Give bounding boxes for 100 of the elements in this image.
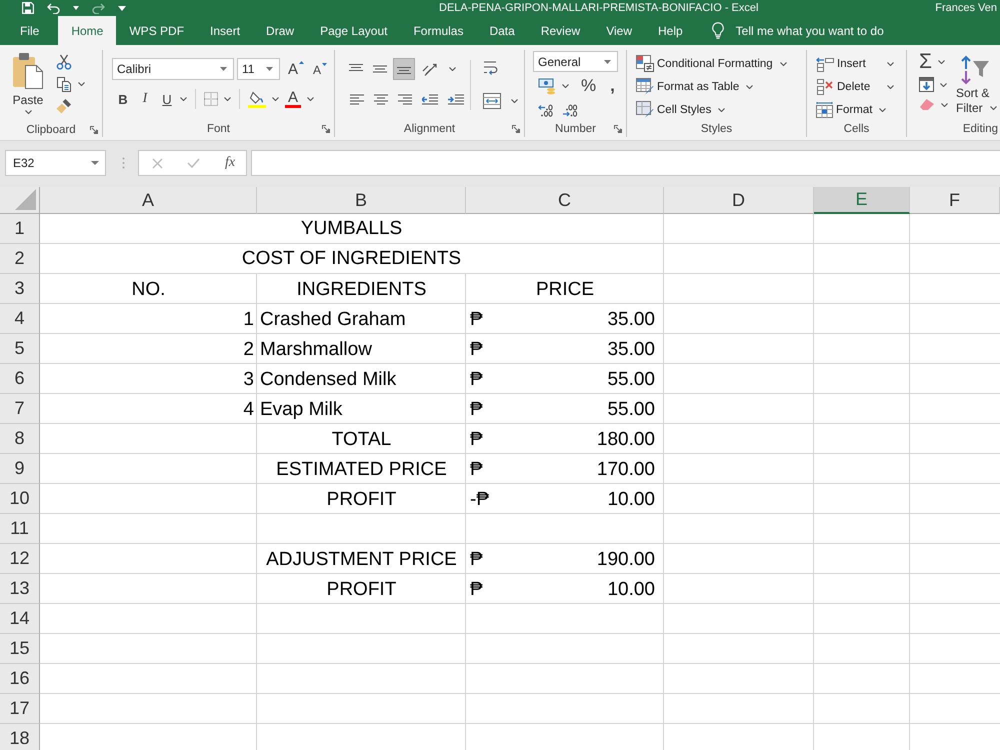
ribbon-tab[interactable]: WPS PDF xyxy=(116,16,198,45)
paste-button[interactable]: Paste xyxy=(12,52,44,122)
caret-icon[interactable] xyxy=(78,82,85,86)
caret-icon[interactable] xyxy=(266,67,273,71)
user-name[interactable]: Frances Ven xyxy=(935,2,1000,14)
row-header[interactable]: 2 xyxy=(0,244,40,274)
row-header[interactable]: 17 xyxy=(0,694,40,724)
increase-indent-icon[interactable] xyxy=(448,94,464,104)
ribbon-tab[interactable]: Home xyxy=(58,16,116,45)
caret-icon[interactable] xyxy=(449,67,456,71)
format-as-table-button[interactable]: Format as Table xyxy=(636,75,806,98)
ribbon-tab[interactable]: Formulas xyxy=(400,16,476,45)
sort-filter-button[interactable]: Sort & Filter xyxy=(956,52,997,121)
merge-cells-icon[interactable] xyxy=(483,93,501,109)
caret-icon[interactable] xyxy=(91,161,99,165)
delete-cells-button[interactable]: Delete xyxy=(816,75,894,98)
caret-icon[interactable] xyxy=(604,60,611,64)
insert-cells-button[interactable]: Insert xyxy=(816,52,894,75)
row-header[interactable]: 5 xyxy=(0,334,40,364)
caret-icon[interactable] xyxy=(307,97,314,101)
ribbon-tab[interactable]: Draw xyxy=(253,16,308,45)
caret-icon[interactable] xyxy=(180,97,187,101)
number-format-field[interactable]: General xyxy=(533,51,618,72)
currency-icon[interactable] xyxy=(538,78,556,94)
row-header[interactable]: 3 xyxy=(0,274,40,304)
row-header[interactable]: 1 xyxy=(0,214,40,244)
ribbon-tab[interactable]: Help xyxy=(644,16,696,45)
cell-styles-button[interactable]: Cell Styles xyxy=(636,98,806,121)
font-name-field[interactable]: Calibri xyxy=(112,58,234,80)
caret-icon[interactable] xyxy=(562,84,569,88)
fill-color-icon[interactable] xyxy=(248,90,266,108)
font-size-field[interactable]: 11 xyxy=(237,58,280,80)
ribbon-tab[interactable]: Insert xyxy=(197,16,254,45)
decrease-font-button[interactable]: A xyxy=(313,61,328,77)
name-box[interactable]: E32 xyxy=(5,150,106,176)
tell-me-search[interactable]: Tell me what you want to do xyxy=(712,16,884,45)
align-right-icon[interactable] xyxy=(398,94,412,104)
column-header[interactable]: E xyxy=(814,187,910,214)
row-header[interactable]: 14 xyxy=(0,604,40,634)
font-color-button[interactable]: A xyxy=(285,90,301,108)
align-left-icon[interactable] xyxy=(350,94,364,104)
italic-button[interactable]: I xyxy=(134,88,156,110)
dialog-launcher-icon[interactable] xyxy=(322,125,330,133)
row-header[interactable]: 18 xyxy=(0,724,40,750)
insert-function-button[interactable]: fx xyxy=(225,155,236,171)
ribbon-tab[interactable]: Page Layout xyxy=(307,16,400,45)
caret-icon[interactable] xyxy=(73,6,79,10)
caret-icon[interactable] xyxy=(938,60,945,64)
scissors-icon[interactable] xyxy=(56,54,72,70)
fill-down-icon[interactable] xyxy=(919,77,934,92)
copy-icon[interactable] xyxy=(56,76,72,92)
formula-input[interactable] xyxy=(251,150,1000,176)
undo-icon[interactable] xyxy=(47,2,60,14)
row-header[interactable]: 9 xyxy=(0,454,40,484)
row-header[interactable]: 15 xyxy=(0,634,40,664)
ribbon-tab[interactable]: File xyxy=(7,16,52,45)
row-header[interactable]: 16 xyxy=(0,664,40,694)
text-orientation-icon[interactable] xyxy=(422,62,438,76)
grip-icon[interactable] xyxy=(122,157,125,169)
row-header[interactable]: 7 xyxy=(0,394,40,424)
bottom-align-button[interactable] xyxy=(393,58,415,80)
borders-icon[interactable] xyxy=(204,92,218,106)
ribbon-tab[interactable]: Data xyxy=(476,16,528,45)
increase-decimal-icon[interactable] xyxy=(562,104,578,116)
dialog-launcher-icon[interactable] xyxy=(512,125,520,133)
autosum-button[interactable]: Σ xyxy=(919,52,932,71)
caret-icon[interactable] xyxy=(272,97,279,101)
ribbon-tab[interactable]: Review xyxy=(528,16,594,45)
row-header[interactable]: 6 xyxy=(0,364,40,394)
dialog-launcher-icon[interactable] xyxy=(614,125,622,133)
row-header[interactable]: 8 xyxy=(0,424,40,454)
decrease-indent-icon[interactable] xyxy=(422,94,438,104)
bold-button[interactable]: B xyxy=(112,88,134,110)
increase-font-button[interactable]: A xyxy=(288,60,304,78)
align-center-icon[interactable] xyxy=(374,94,388,104)
percent-button[interactable]: % xyxy=(581,76,596,96)
comma-style-button[interactable]: , xyxy=(610,76,615,96)
save-icon[interactable] xyxy=(22,2,34,14)
caret-icon[interactable] xyxy=(511,99,518,103)
wrap-text-icon[interactable] xyxy=(483,60,498,75)
decrease-decimal-icon[interactable] xyxy=(538,104,554,116)
underline-button[interactable]: U xyxy=(156,88,178,110)
caret-icon[interactable] xyxy=(224,97,231,101)
row-header[interactable]: 4 xyxy=(0,304,40,334)
caret-icon[interactable] xyxy=(941,102,948,106)
format-cells-button[interactable]: Format xyxy=(816,98,906,121)
row-header[interactable]: 10 xyxy=(0,484,40,514)
dialog-launcher-icon[interactable] xyxy=(90,126,98,134)
caret-icon[interactable] xyxy=(118,6,126,10)
ribbon-tab[interactable]: View xyxy=(593,16,645,45)
paintbrush-icon[interactable] xyxy=(56,98,72,114)
caret-icon[interactable] xyxy=(940,82,947,86)
row-header[interactable]: 13 xyxy=(0,574,40,604)
column-header[interactable]: F xyxy=(910,187,1000,214)
currency-symbol: -₱ xyxy=(470,488,489,512)
row-header[interactable]: 11 xyxy=(0,514,40,544)
conditional-formatting-button[interactable]: Conditional Formatting xyxy=(636,52,806,75)
row-header[interactable]: 12 xyxy=(0,544,40,574)
check-icon[interactable] xyxy=(187,158,200,168)
caret-icon[interactable] xyxy=(220,67,227,71)
